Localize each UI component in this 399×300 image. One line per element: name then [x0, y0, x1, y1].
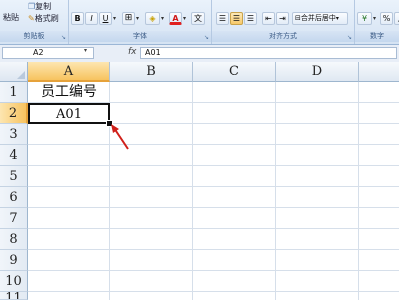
phonetic-button[interactable]: 文 [191, 12, 205, 25]
italic-button[interactable]: I [85, 12, 98, 25]
gridline [28, 207, 399, 208]
fill-color-icon: ◈ [149, 14, 156, 23]
gridline [28, 186, 399, 187]
bold-button[interactable]: B [71, 12, 84, 25]
alignment-dialog-launcher-icon[interactable]: ↘ [347, 34, 352, 41]
format-painter-label: 格式刷 [34, 14, 59, 23]
annotation-arrow-icon [111, 124, 129, 150]
font-group: B I U ▾ ⊞ ▾ ◈ ▾ A ▾ 文 字体 ↘ [69, 0, 212, 44]
format-painter-button[interactable]: ✎格式刷 [28, 13, 59, 24]
fill-color-dropdown-icon[interactable]: ▾ [161, 15, 164, 22]
font-group-label: 字体 [69, 31, 211, 42]
row-header-4[interactable]: 4 [0, 145, 28, 166]
gridline [28, 249, 399, 250]
name-box[interactable]: A2 [2, 47, 94, 59]
fill-color-button[interactable]: ◈ [145, 12, 160, 25]
merge-center-label: 合并后居中 [300, 14, 336, 22]
insert-function-icon[interactable]: fx [128, 47, 137, 57]
percent-button[interactable]: % [380, 12, 393, 25]
row-header-9[interactable]: 9 [0, 250, 28, 271]
gridline [28, 144, 399, 145]
font-color-dropdown-icon[interactable]: ▾ [183, 15, 186, 22]
gridline [28, 165, 399, 166]
format-painter-icon: ✎ [28, 14, 35, 23]
borders-icon: ⊞ [124, 13, 133, 23]
row-header-6[interactable]: 6 [0, 187, 28, 208]
accounting-dropdown-icon[interactable]: ▾ [373, 15, 376, 22]
gridline [28, 291, 399, 292]
clipboard-group-label: 剪贴板 [0, 31, 68, 42]
gridline [192, 82, 193, 300]
phonetic-icon: 文 [194, 14, 202, 23]
column-header-d[interactable]: D [276, 62, 359, 82]
accounting-format-button[interactable]: ¥ [357, 12, 372, 25]
font-dialog-launcher-icon[interactable]: ↘ [204, 34, 209, 41]
currency-icon: ¥ [361, 14, 368, 23]
row-header-2[interactable]: 2 [0, 103, 28, 124]
alignment-group: ☰ ☰ ☰ ⇤ ⇥ ⊟合并后居中▾ 对齐方式 ↘ [212, 0, 355, 44]
align-right-icon: ☰ [246, 14, 255, 23]
align-left-button[interactable]: ☰ [216, 12, 229, 25]
merge-dropdown-icon: ▾ [335, 15, 339, 22]
alignment-group-label: 对齐方式 [212, 31, 354, 42]
row-header-3[interactable]: 3 [0, 124, 28, 145]
row-header-7[interactable]: 7 [0, 208, 28, 229]
clipboard-group: 粘贴 ❐复制 ✎格式刷 剪贴板 ↘ [0, 0, 69, 44]
copy-label: 复制 [35, 2, 52, 11]
column-header-a[interactable]: A [28, 62, 110, 82]
clipboard-dialog-launcher-icon[interactable]: ↘ [61, 34, 66, 41]
formula-bar: A2 ▾ fx A01 [0, 45, 399, 63]
select-all-button[interactable] [0, 62, 28, 82]
ribbon: 粘贴 ❐复制 ✎格式刷 剪贴板 ↘ B I U ▾ ⊞ ▾ ◈ ▾ A ▾ 文 … [0, 0, 399, 45]
row-header-8[interactable]: 8 [0, 229, 28, 250]
borders-dropdown-icon[interactable]: ▾ [136, 15, 139, 22]
column-header-b[interactable]: B [110, 62, 193, 82]
underline-dropdown-icon[interactable]: ▾ [113, 15, 116, 22]
name-box-dropdown-icon[interactable]: ▾ [84, 47, 87, 54]
align-center-icon: ☰ [232, 14, 241, 23]
number-group-label: 数字 [355, 31, 399, 42]
cell-a2-selected[interactable]: A01 [28, 103, 110, 124]
align-right-button[interactable]: ☰ [244, 12, 257, 25]
gridline [28, 270, 399, 271]
paste-button[interactable]: 粘贴 [3, 12, 19, 23]
gridline [358, 82, 359, 300]
decrease-indent-icon: ⇤ [265, 14, 272, 23]
align-center-button[interactable]: ☰ [230, 12, 243, 25]
column-header-c[interactable]: C [193, 62, 276, 82]
font-color-button[interactable]: A [169, 12, 182, 25]
copy-button[interactable]: ❐复制 [28, 1, 51, 12]
comma-button[interactable]: , [394, 12, 399, 25]
borders-button[interactable]: ⊞ [122, 12, 135, 25]
row-header-11[interactable]: 11 [0, 292, 28, 300]
gridline [275, 82, 276, 300]
row-header-5[interactable]: 5 [0, 166, 28, 187]
increase-indent-icon: ⇥ [279, 14, 286, 23]
underline-button[interactable]: U [99, 12, 112, 25]
row-header-10[interactable]: 10 [0, 271, 28, 292]
row-header-1[interactable]: 1 [0, 82, 28, 103]
align-left-icon: ☰ [218, 14, 227, 23]
increase-indent-button[interactable]: ⇥ [276, 12, 289, 25]
number-group: ¥ ▾ % , 数字 [355, 0, 399, 44]
gridline [28, 228, 399, 229]
column-header-e-partial[interactable] [359, 62, 399, 82]
worksheet-grid: A B C D 1 2 3 4 5 6 7 8 9 10 11 员工编号 A01 [0, 62, 399, 300]
merge-center-button[interactable]: ⊟合并后居中▾ [292, 12, 348, 25]
cell-a1[interactable]: 员工编号 [28, 82, 110, 103]
decrease-indent-button[interactable]: ⇤ [262, 12, 275, 25]
formula-input[interactable]: A01 [140, 47, 397, 59]
